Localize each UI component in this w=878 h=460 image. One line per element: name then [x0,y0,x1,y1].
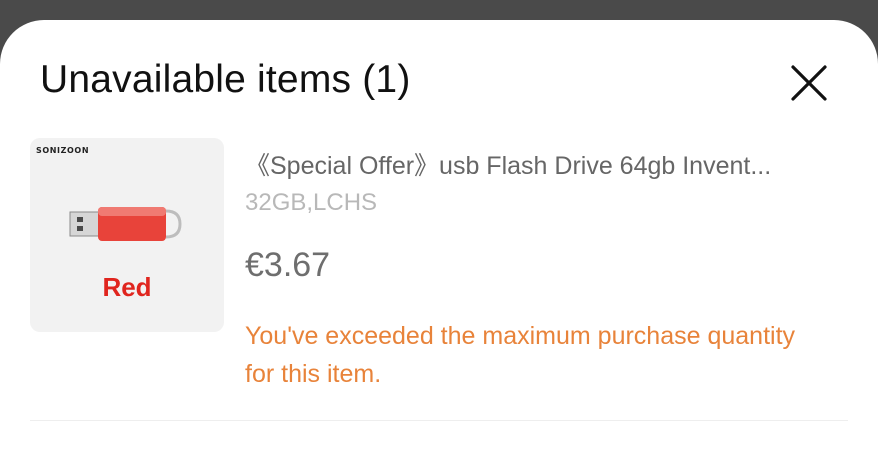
color-label: Red [102,272,152,302]
divider [30,420,848,421]
close-button[interactable] [786,60,832,106]
product-thumbnail[interactable]: SONIZOON Red [30,138,224,332]
brand-logo: SONIZOON [36,146,90,155]
product-variant: 32GB,LCHS [245,189,378,216]
usb-flash-drive-icon [69,207,182,241]
purchase-limit-warning: You've exceeded the maximum purchase qua… [245,322,796,388]
product-price: €3.67 [245,246,331,284]
unavailable-items-sheet: Unavailable items (1) SONIZOON Red 《Spec… [0,20,878,460]
close-icon [791,65,827,101]
product-name[interactable]: 《Special Offer》usb Flash Drive 64gb Inve… [245,146,855,182]
sheet-title: Unavailable items (1) [40,58,411,101]
